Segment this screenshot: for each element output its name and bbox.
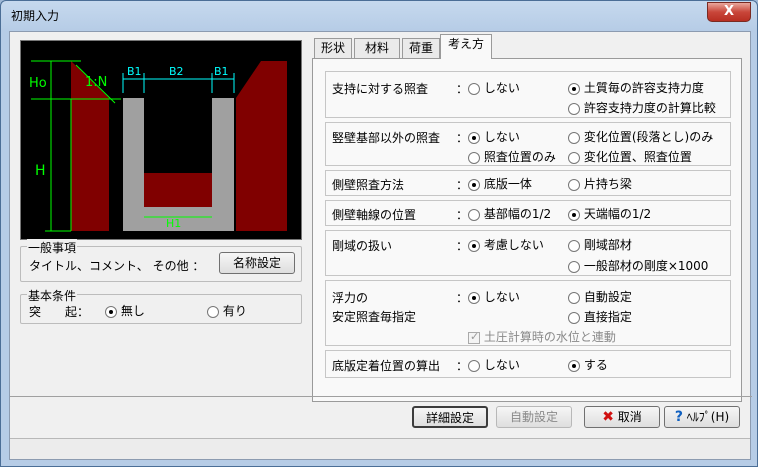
side-wall-axis-label: 側壁軸線の位置 — [332, 208, 417, 222]
side-wall-method-option-cantilever[interactable]: 片持ち梁 — [568, 175, 632, 192]
basic-legend: 基本条件 — [27, 287, 78, 304]
label-ho: Ho — [29, 76, 47, 91]
anchorage-option-yes[interactable]: する — [568, 356, 608, 373]
right-soil-fill — [236, 61, 287, 231]
anchorage-option-none[interactable]: しない — [468, 356, 520, 373]
radio-button[interactable] — [568, 131, 580, 144]
help-question-icon: ? — [674, 409, 683, 425]
radio-button[interactable] — [468, 239, 480, 252]
side-wall-method-label: 側壁照査方法 — [332, 178, 405, 192]
protrusion-label: 突 起： — [29, 305, 90, 319]
anchorage-row: 底版定着位置の算出 ： しない する — [325, 350, 731, 378]
wall-check-option-none[interactable]: しない — [468, 128, 520, 145]
radio-button[interactable] — [468, 208, 480, 221]
radio-button[interactable] — [468, 359, 480, 372]
status-bar — [10, 438, 750, 459]
dialog-window: 初期入力 X Ho 1:N B1 B2 B1 H H1 一般事項 タイトル、コメ… — [0, 0, 758, 467]
window-title: 初期入力 — [11, 9, 60, 23]
section-diagram: Ho 1:N B1 B2 B1 H H1 — [20, 40, 302, 240]
buoyancy-option-auto[interactable]: 自動設定 — [568, 288, 632, 305]
radio-button[interactable] — [568, 208, 580, 221]
buoyancy-option-direct[interactable]: 直接指定 — [568, 308, 632, 325]
wall-check-option-position[interactable]: 照査位置のみ — [468, 148, 556, 165]
basic-group: 基本条件 突 起： 無し 有り — [20, 287, 302, 324]
side-wall-axis-option-base[interactable]: 基部幅の1/2 — [468, 205, 551, 222]
radio-button[interactable] — [568, 102, 580, 115]
side-wall-method-row: 側壁照査方法 ： 底版一体 片持ち梁 — [325, 170, 731, 196]
support-check-label: 支持に対する照査 — [332, 82, 429, 96]
radio-button[interactable] — [568, 260, 580, 273]
radio-button[interactable] — [468, 291, 480, 304]
cancel-x-icon: ✖ — [602, 409, 614, 425]
radio-button[interactable] — [468, 82, 480, 95]
footer-separator — [10, 396, 752, 397]
protrusion-option-yes[interactable]: 有り — [207, 302, 247, 319]
checkbox[interactable] — [468, 330, 480, 344]
rigid-zone-option-rigid[interactable]: 剛域部材 — [568, 236, 632, 253]
wall-check-option-change[interactable]: 変化位置(段落とし)のみ — [568, 128, 713, 145]
label-b2: B2 — [169, 65, 184, 78]
rigid-zone-label: 剛域の扱い — [332, 239, 393, 253]
radio-button[interactable] — [568, 82, 580, 95]
side-wall-axis-row: 側壁軸線の位置 ： 基部幅の1/2 天端幅の1/2 — [325, 200, 731, 226]
protrusion-option-none[interactable]: 無し — [105, 302, 145, 319]
anchorage-label: 底版定着位置の算出 — [332, 359, 441, 373]
dialog-client: Ho 1:N B1 B2 B1 H H1 一般事項 タイトル、コメント、 その他… — [9, 31, 752, 460]
radio-button[interactable] — [568, 239, 580, 252]
rigid-zone-row: 剛域の扱い ： 考慮しない 剛域部材 一般部材の剛度×1000 — [325, 230, 731, 276]
label-b1-right: B1 — [214, 65, 229, 78]
rigid-zone-option-ignore[interactable]: 考慮しない — [468, 236, 544, 253]
cancel-button[interactable]: ✖ 取消 — [584, 406, 660, 428]
approach-panel: 支持に対する照査 ： しない 土質毎の許容支持力度 許容支持力度の計算比較 竪壁… — [312, 58, 742, 402]
buoyancy-option-none[interactable]: しない — [468, 288, 520, 305]
radio-button[interactable] — [568, 151, 580, 164]
detail-setting-button[interactable]: 詳細設定 — [412, 406, 488, 428]
tab-shape[interactable]: 形状 — [314, 38, 352, 58]
buoyancy-label-2: 安定照査毎指定 — [332, 310, 417, 324]
buoyancy-row: 浮力の 安定照査毎指定 ： しない 自動設定 直接指定 土圧計算時の水位と連動 — [325, 280, 731, 346]
radio-button[interactable] — [468, 131, 480, 144]
buoyancy-label-1: 浮力の — [332, 291, 369, 305]
general-group: 一般事項 タイトル、コメント、 その他 ： 名称設定 — [20, 239, 302, 282]
close-button[interactable]: X — [707, 2, 751, 22]
auto-setting-button[interactable]: 自動設定 — [496, 406, 572, 428]
label-b1-left: B1 — [127, 65, 142, 78]
radio-button[interactable] — [207, 305, 219, 318]
u-channel-wall — [123, 98, 234, 231]
side-wall-axis-option-top[interactable]: 天端幅の1/2 — [568, 205, 651, 222]
radio-button[interactable] — [568, 291, 580, 304]
radio-button[interactable] — [468, 151, 480, 164]
label-h: H — [35, 163, 46, 179]
water-level-link-checkbox[interactable]: 土圧計算時の水位と連動 — [468, 328, 616, 345]
title-bar[interactable]: 初期入力 X — [1, 1, 757, 29]
general-text: タイトル、コメント、 その他 ： — [29, 259, 205, 273]
support-check-option-soil[interactable]: 土質毎の許容支持力度 — [568, 79, 704, 96]
help-button[interactable]: ? ﾍﾙﾌﾟ(H) — [664, 406, 740, 428]
radio-button[interactable] — [105, 305, 117, 318]
general-legend: 一般事項 — [27, 239, 78, 256]
tab-load[interactable]: 荷重 — [402, 38, 440, 58]
wall-check-option-both[interactable]: 変化位置、照査位置 — [568, 148, 692, 165]
label-slope: 1:N — [85, 75, 107, 90]
radio-button[interactable] — [568, 311, 580, 324]
culvert-diagram-svg: Ho 1:N B1 B2 B1 H H1 — [29, 60, 287, 232]
radio-button[interactable] — [568, 178, 580, 191]
rigid-zone-option-general[interactable]: 一般部材の剛度×1000 — [568, 257, 708, 274]
label-h1: H1 — [166, 217, 181, 230]
tab-material[interactable]: 材料 — [354, 38, 400, 58]
support-check-row: 支持に対する照査 ： しない 土質毎の許容支持力度 許容支持力度の計算比較 — [325, 71, 731, 118]
radio-button[interactable] — [468, 178, 480, 191]
inner-fill — [144, 173, 212, 207]
radio-button[interactable] — [568, 359, 580, 372]
wall-check-label: 竪壁基部以外の照査 — [332, 131, 441, 145]
wall-check-row: 竪壁基部以外の照査 ： しない 変化位置(段落とし)のみ 照査位置のみ 変化位置… — [325, 122, 731, 166]
name-setting-button[interactable]: 名称設定 — [219, 252, 295, 274]
side-wall-method-option-integral[interactable]: 底版一体 — [468, 175, 532, 192]
tab-approach[interactable]: 考え方 — [440, 34, 492, 59]
support-check-option-compare[interactable]: 許容支持力度の計算比較 — [568, 99, 716, 116]
support-check-option-none[interactable]: しない — [468, 79, 520, 96]
